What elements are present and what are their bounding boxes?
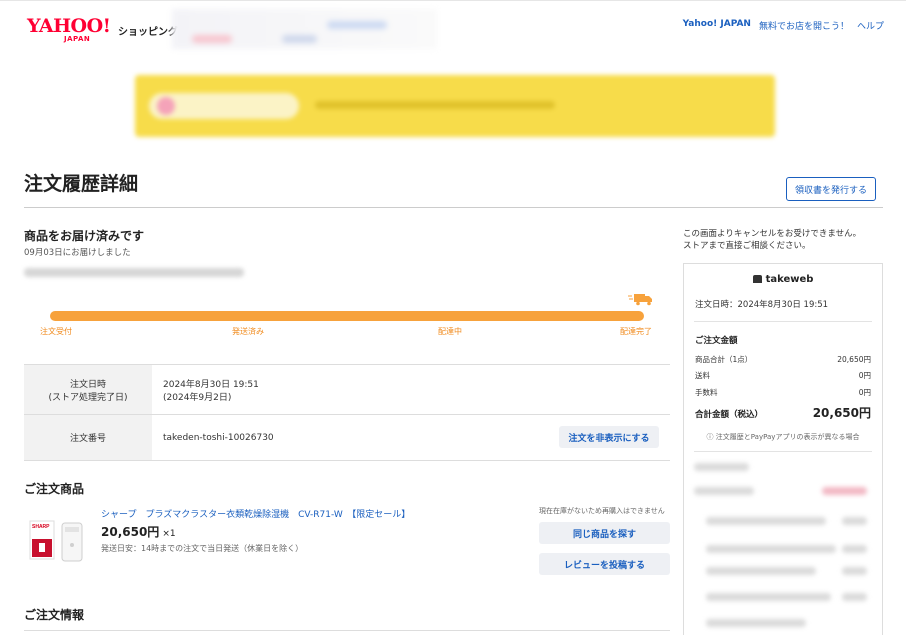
- yahoo-logo[interactable]: YAHOO!: [27, 17, 111, 36]
- step-delivered: 配達完了: [620, 327, 652, 336]
- order-date-row: 注文日時 (ストア処理完了日) 2024年8月30日 19:51 (2024年9…: [24, 365, 670, 415]
- total-row: 合計金額（税込） 20,650円: [695, 404, 871, 421]
- product-price-value: 20,650円: [101, 525, 160, 539]
- product-name-link[interactable]: シャープ プラズマクラスター衣類乾燥除湿機 CV-R71-W 【限定セール】: [101, 507, 410, 520]
- subtotal-row: 商品合計（1点） 20,650円: [695, 355, 871, 364]
- open-store-link[interactable]: 無料でお店を開こう！: [759, 19, 849, 32]
- order-date-label: 注文日時 (ストア処理完了日): [24, 365, 152, 414]
- order-summary-box: takeweb 注文日時：2024年8月30日 19:51 ご注文金額 商品合計…: [683, 263, 883, 635]
- step-order-received: 注文受付: [40, 327, 72, 336]
- post-review-button[interactable]: レビューを投稿する: [539, 553, 670, 575]
- yahoo-logo-sub: JAPAN: [64, 35, 91, 43]
- sidebar-order-datetime: 注文日時：2024年8月30日 19:51: [695, 300, 829, 310]
- find-same-product-button[interactable]: 同じ商品を探す: [539, 522, 670, 544]
- yahoo-japan-link[interactable]: Yahoo! JAPAN: [683, 19, 751, 32]
- sidebar-divider: [694, 321, 872, 322]
- shipping-estimate: 発送日安：14時までの注文で当日発送（休業日を除く）: [101, 544, 304, 553]
- order-date-value: 2024年8月30日 19:51 (2024年9月2日): [163, 379, 259, 403]
- order-number-row: 注文番号 takeden-toshi-10026730 注文を非表示にする: [24, 415, 670, 461]
- order-info-divider: [24, 630, 670, 631]
- blurred-header-area: [172, 9, 437, 49]
- total-label: 合計金額（税込）: [695, 410, 764, 420]
- service-name[interactable]: ショッピング: [118, 23, 178, 38]
- step-shipped: 発送済み: [232, 327, 264, 336]
- info-icon: ⓘ: [706, 433, 716, 441]
- blurred-text: [24, 268, 244, 277]
- shipping-fee-row: 送料 0円: [695, 371, 871, 380]
- delivery-status-date: 09月03日にお届けしました: [24, 248, 131, 258]
- delivery-status-title: 商品をお届け済みです: [24, 229, 145, 243]
- page-title: 注文履歴詳細: [24, 173, 139, 195]
- cancel-note: この画面よりキャンセルをお受けできません。 ストアまで直接ご相談ください。: [683, 229, 862, 252]
- truck-icon: [628, 294, 652, 306]
- out-of-stock-note: 現在在庫がないため再購入はできません: [539, 507, 665, 515]
- product-image[interactable]: SHARP: [29, 519, 87, 563]
- order-number-value: takeden-toshi-10026730 注文を非表示にする: [152, 415, 670, 460]
- header-links: Yahoo! JAPAN 無料でお店を開こう！ ヘルプ: [683, 19, 884, 32]
- order-info-table: 注文日時 (ストア処理完了日) 2024年8月30日 19:51 (2024年9…: [24, 364, 670, 461]
- top-header: YAHOO! JAPAN ショッピング Yahoo! JAPAN 無料でお店を開…: [0, 0, 906, 52]
- order-number-label: 注文番号: [24, 415, 152, 460]
- hide-order-button[interactable]: 注文を非表示にする: [559, 426, 659, 448]
- blurred-sidebar-content: [692, 459, 882, 634]
- title-divider: [24, 207, 883, 208]
- delivery-progress-bar: [50, 311, 644, 321]
- product-quantity: ×1: [162, 529, 176, 539]
- total-value: 20,650円: [812, 406, 871, 420]
- svg-text:SHARP: SHARP: [32, 524, 50, 530]
- promo-banner[interactable]: [135, 75, 775, 137]
- ordered-products-title: ご注文商品: [24, 482, 85, 496]
- product-price: 20,650円 ×1: [101, 523, 176, 540]
- handling-fee-row: 手数料 0円: [695, 388, 871, 397]
- help-link[interactable]: ヘルプ: [857, 19, 884, 32]
- sidebar-divider-2: [694, 451, 872, 452]
- step-in-delivery: 配達中: [438, 327, 462, 336]
- store-name[interactable]: takeweb: [684, 274, 882, 285]
- store-icon: [752, 275, 762, 283]
- paypay-note-link[interactable]: ⓘ 注文履歴とPayPayアプリの表示が異なる場合: [684, 432, 882, 442]
- order-info-section-title: ご注文情報: [24, 608, 85, 622]
- issue-receipt-button[interactable]: 領収書を発行する: [786, 177, 876, 201]
- summary-title: ご注文金額: [695, 336, 738, 346]
